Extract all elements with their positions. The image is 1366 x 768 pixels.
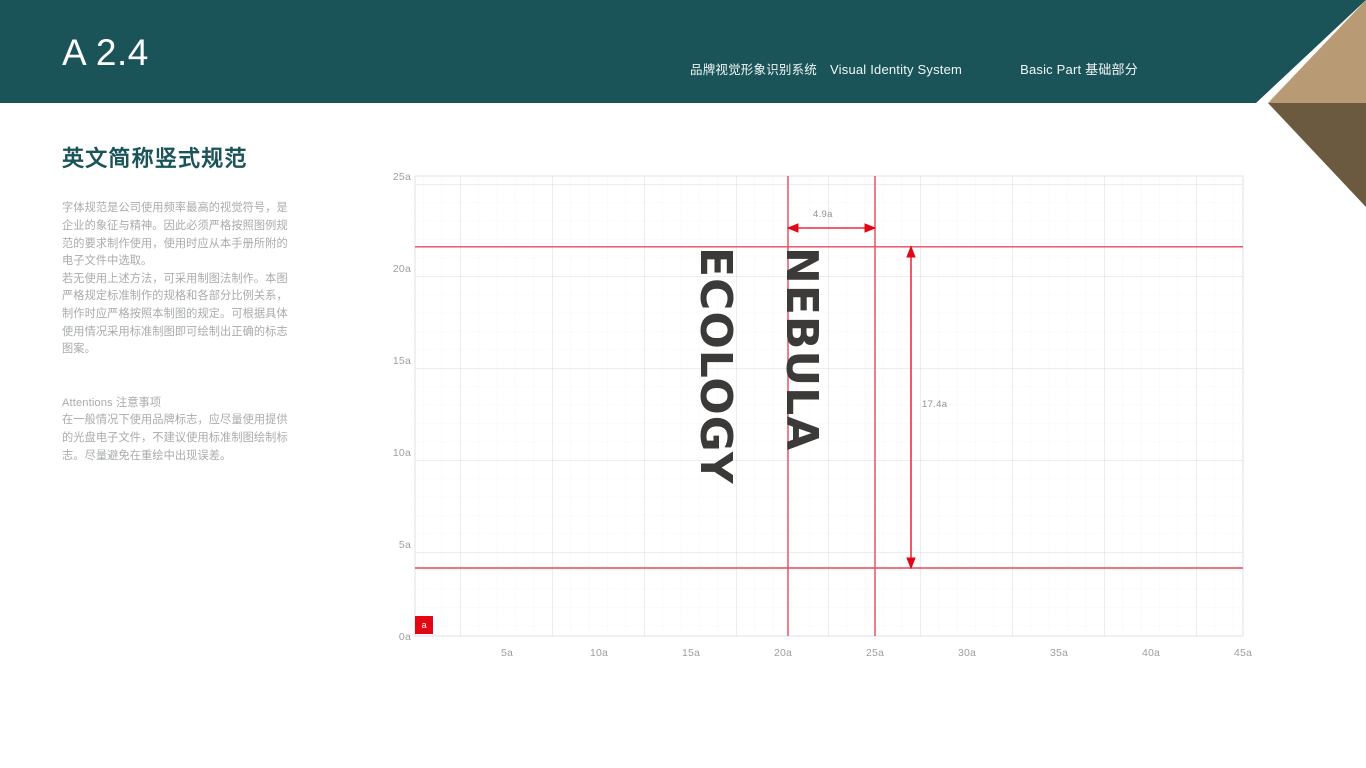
x-tick-30: 30a [957, 647, 977, 659]
logo-text-ecology: ECOLOGY [690, 247, 742, 485]
page-title: 英文简称竖式规范 [62, 146, 248, 171]
header-meta: 品牌视觉形象识别系统 Visual Identity System Basic … [690, 59, 1138, 78]
panel-paragraph-2: 若无使用上述方法，可采用制图法制作。本图严格规定标准制作的规格和各部分比例关系，… [62, 272, 288, 356]
x-tick-15: 15a [681, 647, 701, 659]
header-meta-en: Visual Identity System [830, 62, 963, 77]
height-dimension-arrow [906, 245, 916, 570]
header-bar: A 2.4 品牌视觉形象识别系统 Visual Identity System … [0, 0, 1256, 103]
header-meta-cn: 品牌视觉形象识别系统 [690, 63, 818, 77]
panel-paragraph-1: 字体规范是公司使用频率最高的视觉符号，是企业的象征与精神。因此必须严格按照图例规… [62, 202, 288, 268]
logo-text-nebula: NEBULA [776, 247, 828, 452]
width-dimension-arrow [786, 223, 877, 233]
grid-fill [414, 175, 1244, 637]
y-tick-25: 25a [392, 171, 411, 183]
y-tick-15: 15a [392, 355, 411, 367]
attentions-label: Attentions 注意事项 [62, 396, 162, 409]
y-tick-5: 5a [398, 539, 411, 551]
y-tick-10: 10a [392, 447, 411, 459]
header-meta-part: Basic Part 基础部分 [1020, 62, 1138, 77]
x-tick-45: 45a [1233, 647, 1253, 659]
chevron-tan-wedge [1268, 0, 1366, 103]
y-tick-0: 0a [398, 631, 411, 643]
left-info-panel: 英文简称竖式规范 字体规范是公司使用频率最高的视觉符号，是企业的象征与精神。因此… [62, 146, 294, 465]
dimension-label-height: 17.4a [922, 399, 948, 410]
page-code: A 2.4 [62, 32, 149, 73]
x-tick-10: 10a [589, 647, 609, 659]
y-tick-20: 20a [392, 263, 411, 275]
logo-lockup: ECOLOGY NEBULA [691, 247, 875, 568]
x-tick-20: 20a [773, 647, 793, 659]
attentions-text: 在一般情况下使用品牌标志，应尽量使用提供的光盘电子文件，不建议使用标准制图绘制标… [62, 414, 288, 462]
chevron-brown-wedge [1268, 103, 1366, 207]
guide-lines [415, 176, 1243, 636]
unit-square-a: a [415, 616, 434, 635]
x-tick-25: 25a [865, 647, 885, 659]
x-tick-35: 35a [1049, 647, 1069, 659]
x-tick-5: 5a [500, 647, 514, 659]
x-tick-40: 40a [1141, 647, 1161, 659]
dimension-label-width: 4.9a [813, 209, 833, 220]
page-root: A 2.4 品牌视觉形象识别系统 Visual Identity System … [0, 0, 1366, 768]
